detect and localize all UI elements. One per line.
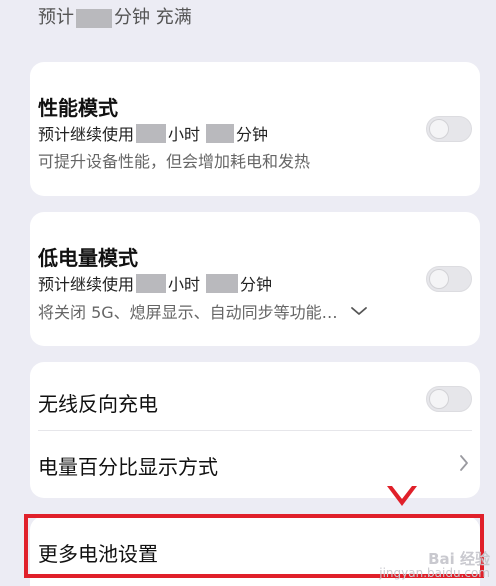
- usage-prefix: 预计继续使用: [38, 125, 135, 144]
- charging-display-card: 无线反向充电 电量百分比显示方式: [30, 362, 480, 498]
- charge-estimate-prefix: 预计: [38, 7, 74, 28]
- wireless-reverse-charging-title: 无线反向充电: [38, 392, 158, 416]
- redacted-hours: [136, 273, 167, 293]
- redacted-minutes: [206, 273, 239, 293]
- charge-estimate-suffix: 分钟 充满: [114, 7, 192, 28]
- performance-mode-description: 可提升设备性能，但会增加耗电和发热: [38, 152, 311, 171]
- chevron-right-icon: [460, 455, 468, 471]
- performance-mode-toggle[interactable]: [426, 116, 472, 142]
- wireless-reverse-charging-row[interactable]: 无线反向充电: [30, 362, 480, 430]
- wireless-reverse-charging-toggle[interactable]: [426, 386, 472, 412]
- low-power-mode-title: 低电量模式: [38, 246, 138, 270]
- usage-minutes-unit: 分钟: [240, 275, 273, 294]
- redacted-hours: [136, 123, 167, 143]
- performance-mode-card[interactable]: 性能模式 预计继续使用 小时 分钟 可提升设备性能，但会增加耗电和发热: [30, 62, 480, 196]
- redacted-value: [76, 8, 112, 28]
- usage-hours-unit: 小时: [168, 275, 201, 294]
- chevron-down-icon[interactable]: [350, 305, 368, 317]
- usage-hours-unit: 小时: [168, 125, 201, 144]
- watermark-line1: Bai 经验: [428, 550, 490, 568]
- performance-mode-title: 性能模式: [38, 96, 118, 120]
- low-power-mode-toggle[interactable]: [426, 266, 472, 292]
- toggle-knob: [429, 269, 449, 289]
- redacted-minutes: [206, 123, 235, 143]
- low-power-mode-card[interactable]: 低电量模式 预计继续使用 小时 分钟 将关闭 5G、熄屏显示、自动同步等功能…: [30, 212, 480, 346]
- low-power-mode-usage: 预计继续使用 小时 分钟: [38, 271, 272, 295]
- low-power-mode-description: 将关闭 5G、熄屏显示、自动同步等功能…: [38, 299, 368, 323]
- battery-percentage-display-title: 电量百分比显示方式: [38, 455, 218, 479]
- toggle-knob: [429, 389, 449, 409]
- watermark-line2: jingyan.baidu.com: [379, 566, 490, 580]
- usage-minutes-unit: 分钟: [236, 125, 269, 144]
- charge-estimate: 预计 分钟 充满: [38, 6, 192, 30]
- low-power-mode-description-text: 将关闭 5G、熄屏显示、自动同步等功能…: [38, 303, 338, 322]
- performance-mode-usage: 预计继续使用 小时 分钟: [38, 121, 268, 145]
- toggle-knob: [429, 119, 449, 139]
- usage-prefix: 预计继续使用: [38, 275, 135, 294]
- annotation-arrow-icon: [387, 486, 417, 506]
- baidu-watermark: Bai 经验 jingyan.baidu.com: [379, 550, 490, 581]
